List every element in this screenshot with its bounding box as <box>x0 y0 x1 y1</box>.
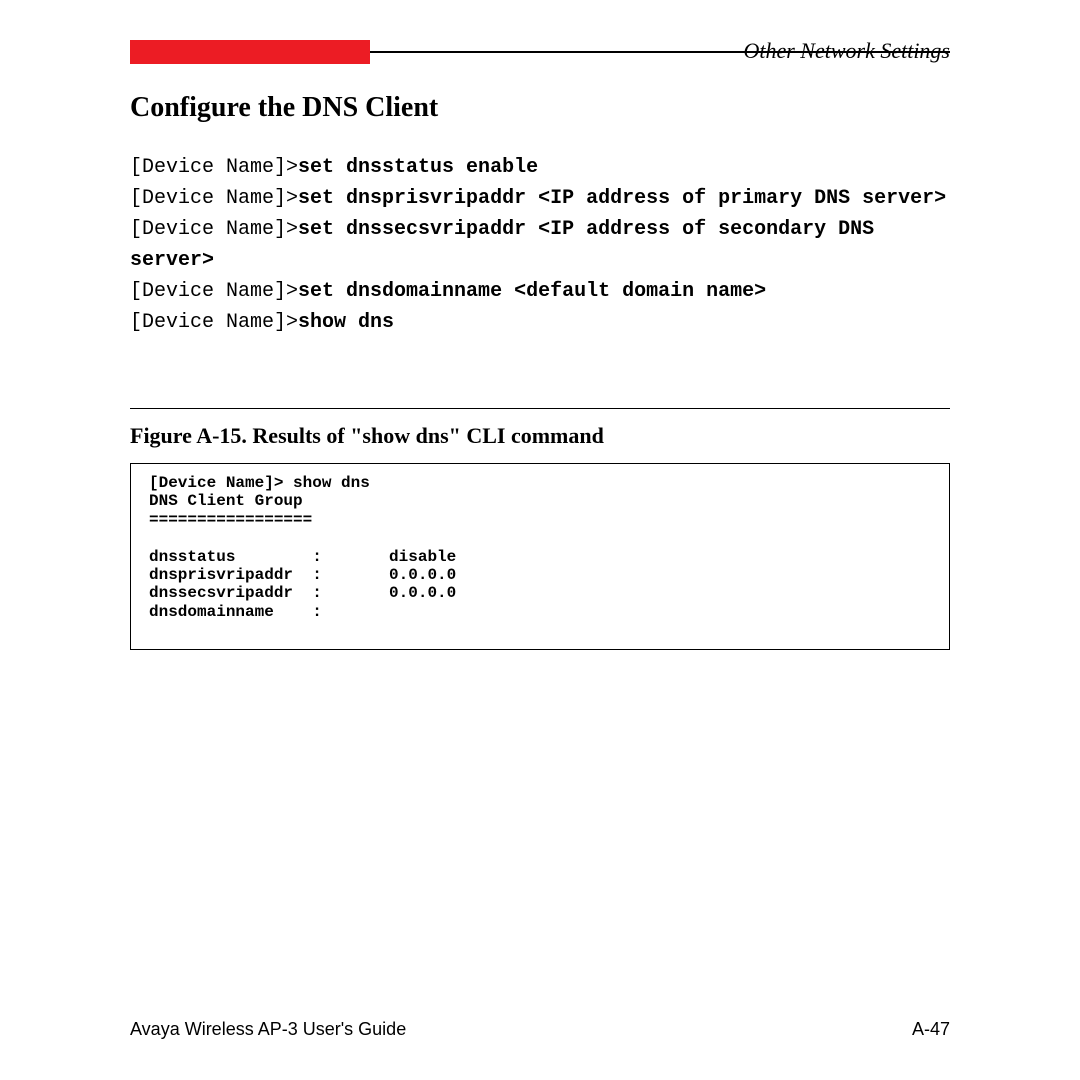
cli-output-line: dnsprisvripaddr : 0.0.0.0 <box>149 566 456 584</box>
figure-rule <box>130 408 950 409</box>
cmd-text: set dnsprisvripaddr <IP address of prima… <box>298 187 946 210</box>
cli-output-line: DNS Client Group <box>149 492 303 510</box>
header-red-block <box>130 40 370 64</box>
cli-output-line: dnssecsvripaddr : 0.0.0.0 <box>149 584 456 602</box>
breadcrumb: Other Network Settings <box>743 38 950 64</box>
cmd-prompt: [Device Name]> <box>130 311 298 334</box>
cli-output-line: [Device Name]> show dns <box>149 474 370 492</box>
cmd-prompt: [Device Name]> <box>130 187 298 210</box>
cli-output-line: ================= <box>149 511 312 529</box>
cmd-prompt: [Device Name]> <box>130 156 298 179</box>
cli-output-line: dnsdomainname : <box>149 603 322 621</box>
cmd-prompt: [Device Name]> <box>130 280 298 303</box>
cmd-text: set dnsstatus enable <box>298 156 538 179</box>
cmd-text: set dnsdomainname <default domain name> <box>298 280 766 303</box>
section-title: Configure the DNS Client <box>130 92 950 124</box>
page-footer: Avaya Wireless AP-3 User's Guide A-47 <box>130 1019 950 1040</box>
header-rule: Other Network Settings <box>130 40 950 64</box>
figure-caption: Figure A-15. Results of "show dns" CLI c… <box>130 423 950 449</box>
cli-output-line: dnsstatus : disable <box>149 548 456 566</box>
cmd-prompt: [Device Name]> <box>130 218 298 241</box>
footer-right: A-47 <box>912 1019 950 1040</box>
cmd-text: show dns <box>298 311 394 334</box>
command-block: [Device Name]>set dnsstatus enable [Devi… <box>130 152 950 338</box>
cli-output-box: [Device Name]> show dns DNS Client Group… <box>130 463 950 650</box>
footer-left: Avaya Wireless AP-3 User's Guide <box>130 1019 406 1040</box>
